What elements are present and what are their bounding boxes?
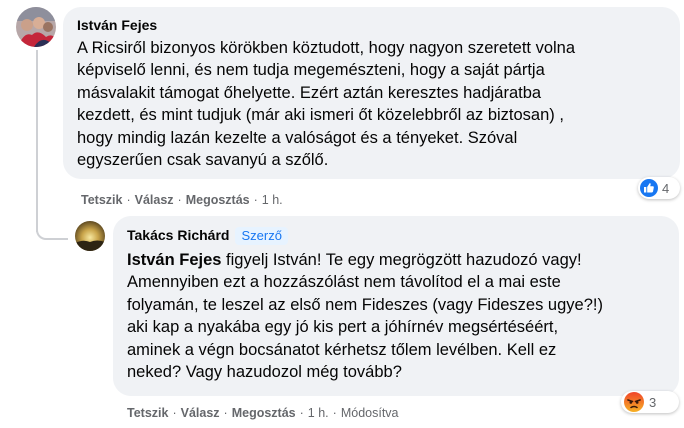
comment-text-span: figyelj István! Te egy megrögzött hazudo…	[221, 251, 582, 269]
separator-dot: ·	[126, 193, 131, 207]
comment-author: Takács Richárd Szerző	[127, 226, 665, 245]
separator-dot: ·	[299, 406, 304, 420]
comment-text-line: hogy mindig lazán kezelte a valóságot és…	[77, 128, 518, 147]
reaction-count: 4	[662, 180, 670, 196]
comment-text-line: kezdett, és mint tudjuk (már aki ismeri …	[77, 106, 564, 125]
thread-line-curve	[36, 226, 68, 240]
separator-dot: ·	[177, 193, 182, 207]
comment-text-line: neked? Vagy hazudozol még tovább?	[127, 363, 402, 382]
comment-text-line: másvalakit támogat őhelyette. Ezért aztá…	[77, 83, 542, 102]
profile-photo-icon	[75, 221, 105, 251]
comment-text-line: Amennyiben ezt a hozzászólást nem távolí…	[127, 273, 561, 292]
comment-text-line: István Fejes figyelj István! Te egy megr…	[127, 249, 665, 271]
comment-timestamp[interactable]: 1 h.	[308, 406, 329, 420]
reaction-summary[interactable]: 4	[638, 177, 680, 199]
author-badge: Szerző	[235, 227, 288, 245]
reply-button[interactable]: Válasz	[181, 406, 220, 420]
comment-text-line: egyszerűen csak savanyú a szőlő.	[77, 151, 329, 170]
comment-text-line: képviselő lenni, és nem tudja megemészte…	[77, 61, 545, 80]
mention-link[interactable]: István Fejes	[127, 251, 221, 269]
separator-dot: ·	[223, 406, 228, 420]
reaction-count: 3	[649, 394, 657, 410]
comment-bubble: István Fejes A Ricsiről bizonyos körökbe…	[63, 7, 680, 179]
thread-line-vertical	[36, 50, 38, 232]
author-name[interactable]: Takács Richárd	[127, 227, 229, 243]
comment-text-line: folyamán, te leszel az első nem Fideszes…	[127, 295, 603, 314]
separator-dot: ·	[332, 406, 337, 420]
separator-dot: ·	[172, 406, 177, 420]
comment-actions: Tetszik · Válasz · Megosztás · 1 h. · Módosítva	[127, 405, 399, 421]
comment-text-line: aminek a végn bocsánatot kérhetsz tőlem …	[127, 340, 557, 359]
share-button[interactable]: Megosztás	[186, 193, 250, 207]
like-button[interactable]: Tetszik	[127, 406, 168, 420]
profile-photo-icon	[16, 7, 56, 47]
comment-text: István Fejes figyelj István! Te egy megr…	[127, 249, 665, 383]
edited-label[interactable]: Módosítva	[341, 406, 399, 420]
comment-author[interactable]: István Fejes	[77, 16, 666, 34]
reaction-summary[interactable]: 3	[621, 391, 679, 413]
share-button[interactable]: Megosztás	[232, 406, 296, 420]
comment-text: A Ricsiről bizonyos körökben köztudott, …	[77, 37, 666, 171]
avatar[interactable]	[75, 221, 105, 251]
comment-timestamp[interactable]: 1 h.	[262, 193, 283, 207]
like-button[interactable]: Tetszik	[81, 193, 122, 207]
comment-actions: Tetszik · Válasz · Megosztás · 1 h.	[81, 192, 283, 208]
comment-text-line: A Ricsiről bizonyos körökben köztudott, …	[77, 39, 576, 57]
reply-bubble: Takács Richárd Szerző István Fejes figyel…	[113, 216, 679, 396]
reply-button[interactable]: Válasz	[135, 193, 174, 207]
avatar[interactable]	[16, 7, 56, 47]
angry-icon	[624, 392, 644, 412]
comment-text-line: aki kap a nyakába egy jó kis pert a jóhí…	[127, 318, 559, 337]
like-icon	[640, 179, 658, 197]
separator-dot: ·	[253, 193, 258, 207]
